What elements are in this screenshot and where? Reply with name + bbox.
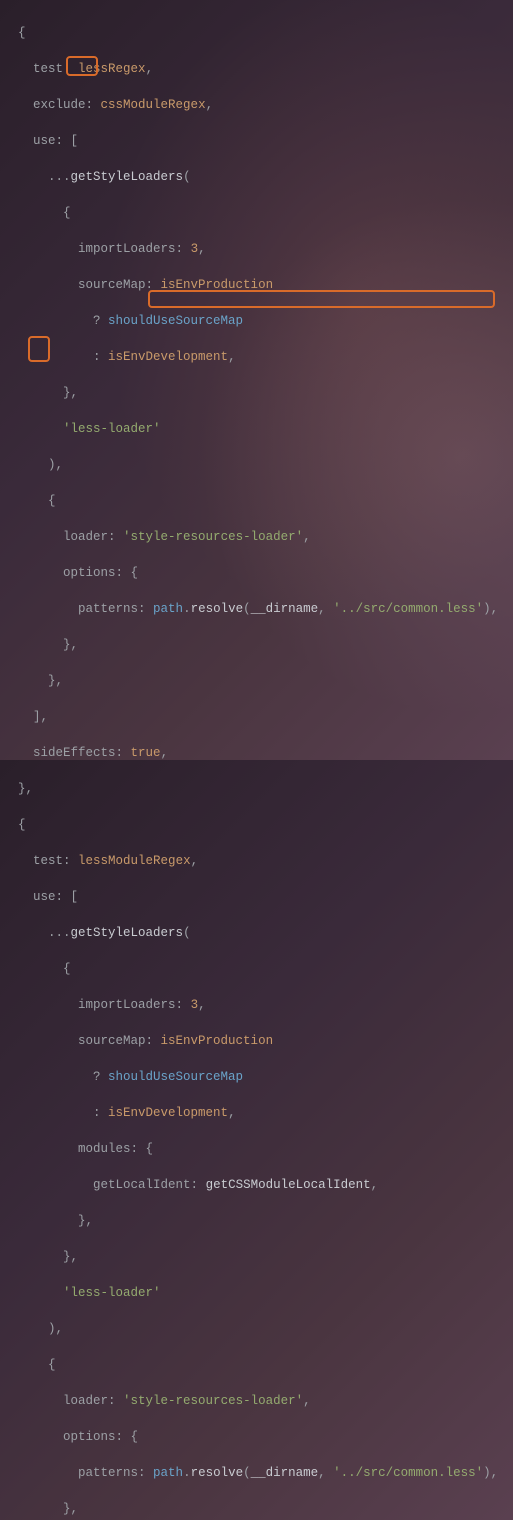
code-line: sideEffects: true, — [18, 744, 513, 762]
code-line: use: [ — [18, 132, 513, 150]
code-line: exclude: cssModuleRegex, — [18, 96, 513, 114]
code-line: importLoaders: 3, — [18, 996, 513, 1014]
code-line: loader: 'style-resources-loader', — [18, 528, 513, 546]
code-line: getLocalIdent: getCSSModuleLocalIdent, — [18, 1176, 513, 1194]
code-line: options: { — [18, 564, 513, 582]
code-line: importLoaders: 3, — [18, 240, 513, 258]
code-line: modules: { — [18, 1140, 513, 1158]
code-line: test: lessRegex, — [18, 60, 513, 78]
code-line: { — [18, 960, 513, 978]
code-line: }, — [18, 1500, 513, 1518]
code-line: test: lessModuleRegex, — [18, 852, 513, 870]
code-line: 'less-loader' — [18, 420, 513, 438]
code-line: ...getStyleLoaders( — [18, 924, 513, 942]
code-line: ? shouldUseSourceMap — [18, 1068, 513, 1086]
code-line: use: [ — [18, 888, 513, 906]
code-line: { — [18, 492, 513, 510]
code-line: sourceMap: isEnvProduction — [18, 1032, 513, 1050]
code-line: : isEnvDevelopment, — [18, 348, 513, 366]
code-line: : isEnvDevelopment, — [18, 1104, 513, 1122]
code-line: sourceMap: isEnvProduction — [18, 276, 513, 294]
code-editor[interactable]: { test: lessRegex, exclude: cssModuleReg… — [0, 0, 513, 1520]
code-line: { — [18, 1356, 513, 1374]
code-line: }, — [18, 636, 513, 654]
code-line: }, — [18, 672, 513, 690]
code-line: }, — [18, 780, 513, 798]
code-line: { — [18, 24, 513, 42]
code-line: patterns: path.resolve(__dirname, '../sr… — [18, 600, 513, 618]
code-line: ...getStyleLoaders( — [18, 168, 513, 186]
code-line: ? shouldUseSourceMap — [18, 312, 513, 330]
code-line: patterns: path.resolve(__dirname, '../sr… — [18, 1464, 513, 1482]
code-line: ], — [18, 708, 513, 726]
code-line: options: { — [18, 1428, 513, 1446]
code-line: 'less-loader' — [18, 1284, 513, 1302]
code-line: ), — [18, 456, 513, 474]
code-line: }, — [18, 384, 513, 402]
code-line: loader: 'style-resources-loader', — [18, 1392, 513, 1410]
code-line: { — [18, 816, 513, 834]
code-line: ), — [18, 1320, 513, 1338]
code-line: { — [18, 204, 513, 222]
code-line: }, — [18, 1212, 513, 1230]
code-line: }, — [18, 1248, 513, 1266]
